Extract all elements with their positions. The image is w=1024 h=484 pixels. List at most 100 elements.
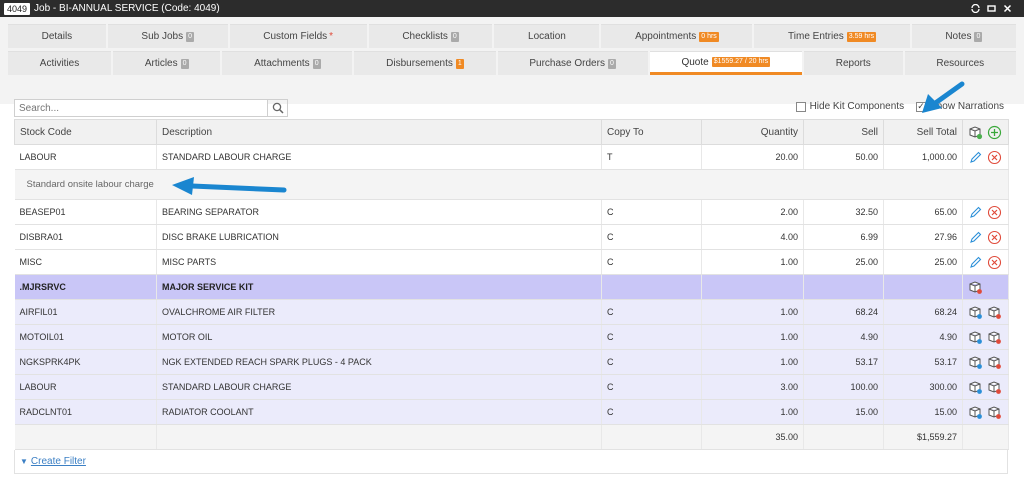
- tab-count-badge: 0: [312, 58, 321, 69]
- table-row[interactable]: NGKSPRK4PK NGK EXTENDED REACH SPARK PLUGS…: [14, 349, 1009, 375]
- kit-header-row[interactable]: .MJRSRVC MAJOR SERVICE KIT: [14, 274, 1009, 300]
- tab-checklists[interactable]: Checklists 0: [368, 24, 493, 48]
- tab-activities[interactable]: Activities: [8, 51, 112, 75]
- tab-custom-fields[interactable]: Custom Fields *: [229, 24, 367, 48]
- remove-kit-item-icon[interactable]: [987, 380, 1002, 395]
- search-input[interactable]: [14, 99, 268, 117]
- edit-kit-item-icon[interactable]: [968, 405, 983, 420]
- sell-total-cell: 1,000.00: [883, 144, 963, 170]
- tab-count-badge: 0: [974, 31, 983, 42]
- table-row[interactable]: MISC MISC PARTS C 1.00 25.00 25.00: [14, 249, 1009, 275]
- kit-code-cell: .MJRSRVC: [14, 274, 157, 300]
- tab-details[interactable]: Details: [8, 24, 106, 48]
- row-actions: [962, 299, 1009, 325]
- edit-kit-item-icon[interactable]: [968, 330, 983, 345]
- add-kit-icon[interactable]: [968, 125, 983, 140]
- delete-icon[interactable]: [987, 230, 1002, 245]
- tab-articles[interactable]: Articles 0: [113, 51, 221, 75]
- edit-icon[interactable]: [968, 230, 983, 245]
- delete-icon[interactable]: [987, 150, 1002, 165]
- hide-kit-label: Hide Kit Components: [809, 101, 905, 112]
- close-icon[interactable]: [1002, 4, 1012, 14]
- tab-count-badge: 0: [607, 58, 616, 69]
- edit-kit-item-icon[interactable]: [968, 305, 983, 320]
- tab-count-badge: 3.59 hrs: [846, 31, 877, 42]
- title-bar: 4049 Job - BI-ANNUAL SERVICE (Code: 4049…: [0, 0, 1024, 17]
- tab-notes[interactable]: Notes 0: [911, 24, 1016, 48]
- sell-total-cell: 4.90: [883, 324, 963, 350]
- tab-count-badge: 0: [450, 31, 459, 42]
- tab-reports[interactable]: Reports: [803, 51, 903, 75]
- table-row[interactable]: LABOUR STANDARD LABOUR CHARGE T 20.00 50.00 1…: [14, 144, 1009, 170]
- sell-total-cell: 65.00: [883, 199, 963, 225]
- remove-kit-item-icon[interactable]: [987, 305, 1002, 320]
- delete-icon[interactable]: [987, 255, 1002, 270]
- grand-total: $1,559.27: [883, 424, 963, 450]
- copy-to-cell: C: [601, 224, 702, 250]
- edit-kit-item-icon[interactable]: [968, 355, 983, 370]
- quote-table: Stock Code Description Copy To Quantity …: [14, 119, 1009, 450]
- sell-total-cell: 27.96: [883, 224, 963, 250]
- narration-text: Standard onsite labour charge: [14, 169, 1009, 200]
- table-row[interactable]: BEASEP01 BEARING SEPARATOR C 2.00 32.50 65.00: [14, 199, 1009, 225]
- tab-count-badge: $1559.27 / 20 hrs: [711, 57, 771, 67]
- tab-disbursements[interactable]: Disbursements 1: [354, 51, 496, 75]
- stock-code-cell: MOTOIL01: [14, 324, 157, 350]
- tab-sub-jobs[interactable]: Sub Jobs 0: [107, 24, 228, 48]
- hide-kit-box[interactable]: [795, 101, 806, 112]
- stock-code-cell: NGKSPRK4PK: [14, 349, 157, 375]
- hide-kit-components-checkbox[interactable]: Hide Kit Components: [795, 101, 905, 112]
- edit-icon[interactable]: [968, 150, 983, 165]
- restore-icon[interactable]: [970, 4, 980, 14]
- col-description[interactable]: Description: [156, 119, 602, 145]
- maximize-icon[interactable]: [986, 4, 996, 14]
- tab-purchase-orders[interactable]: Purchase Orders 0: [497, 51, 648, 75]
- tab-label: Purchase Orders: [529, 58, 605, 69]
- row-actions: [962, 199, 1009, 225]
- col-actions: [962, 119, 1009, 145]
- create-filter-link[interactable]: Create Filter: [31, 456, 86, 467]
- remove-kit-item-icon[interactable]: [987, 405, 1002, 420]
- search-icon[interactable]: [268, 99, 288, 117]
- tab-attachments[interactable]: Attachments 0: [222, 51, 353, 75]
- table-row[interactable]: RADCLNT01 RADIATOR COOLANT C 1.00 15.00 15.00: [14, 399, 1009, 425]
- empty-cell: [156, 424, 602, 450]
- description-cell: STANDARD LABOUR CHARGE: [156, 144, 602, 170]
- edit-kit-item-icon[interactable]: [968, 380, 983, 395]
- remove-kit-item-icon[interactable]: [987, 330, 1002, 345]
- tab-location[interactable]: Location: [494, 24, 600, 48]
- edit-icon[interactable]: [968, 205, 983, 220]
- quantity-cell: 1.00: [701, 249, 804, 275]
- remove-kit-item-icon[interactable]: [987, 355, 1002, 370]
- sell-cell: 100.00: [803, 374, 884, 400]
- col-stock-code[interactable]: Stock Code: [14, 119, 157, 145]
- col-copy-to[interactable]: Copy To: [601, 119, 702, 145]
- tab-label: Time Entries: [788, 31, 844, 42]
- description-cell: STANDARD LABOUR CHARGE: [156, 374, 602, 400]
- col-sell[interactable]: Sell: [803, 119, 884, 145]
- table-header: Stock Code Description Copy To Quantity …: [14, 119, 1009, 145]
- remove-kit-icon[interactable]: [968, 280, 983, 295]
- table-row[interactable]: MOTOIL01 MOTOR OIL C 1.00 4.90 4.90: [14, 324, 1009, 350]
- table-row[interactable]: AIRFIL01 OVALCHROME AIR FILTER C 1.00 68.24 6…: [14, 299, 1009, 325]
- edit-icon[interactable]: [968, 255, 983, 270]
- sell-cell: 25.00: [803, 249, 884, 275]
- add-item-icon[interactable]: [987, 125, 1002, 140]
- col-quantity[interactable]: Quantity: [701, 119, 804, 145]
- tab-quote[interactable]: Quote $1559.27 / 20 hrs: [649, 51, 802, 75]
- table-row[interactable]: LABOUR STANDARD LABOUR CHARGE C 3.00 100.00 3…: [14, 374, 1009, 400]
- tab-count-badge: 0: [186, 31, 195, 42]
- table-row[interactable]: DISBRA01 DISC BRAKE LUBRICATION C 4.00 6.99 2…: [14, 224, 1009, 250]
- tab-resources[interactable]: Resources: [904, 51, 1016, 75]
- tab-label: Location: [528, 31, 566, 42]
- toolbar: Hide Kit Components ✓ Show Narrations: [14, 97, 1008, 119]
- tab-label: Articles: [144, 58, 178, 69]
- required-marker: *: [329, 31, 334, 42]
- tab-label: Details: [41, 31, 73, 42]
- tab-appointments[interactable]: Appointments 0 hrs: [601, 24, 753, 48]
- delete-icon[interactable]: [987, 205, 1002, 220]
- col-sell-total[interactable]: Sell Total: [883, 119, 963, 145]
- quantity-cell: 1.00: [701, 399, 804, 425]
- total-quantity: 35.00: [701, 424, 804, 450]
- tab-time-entries[interactable]: Time Entries 3.59 hrs: [754, 24, 910, 48]
